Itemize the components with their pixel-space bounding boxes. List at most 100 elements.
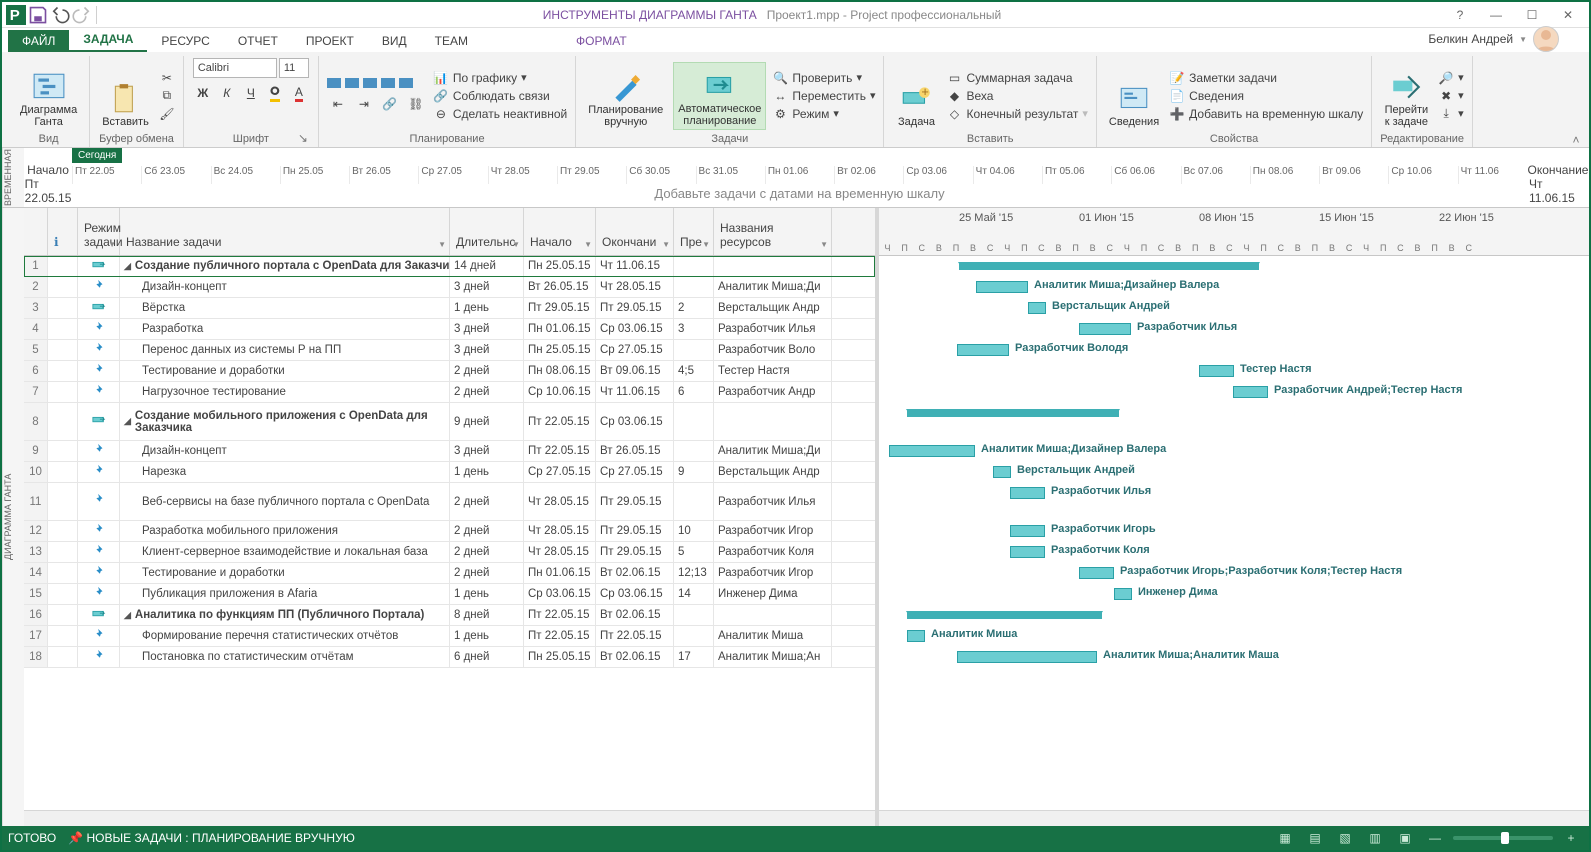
milestone-button[interactable]: ◆Веха [946, 88, 1087, 104]
bold-button[interactable]: Ж [192, 82, 214, 104]
row-end[interactable]: Вт 02.06.15 [596, 647, 674, 667]
row-name[interactable]: ◢Аналитика по функциям ПП (Публичного По… [120, 605, 450, 625]
row-resources[interactable]: Аналитик Миша;Ди [714, 441, 832, 461]
row-predecessors[interactable]: 3 [674, 319, 714, 339]
row-start[interactable]: Пн 01.06.15 [524, 319, 596, 339]
deliverable-button[interactable]: ◇Конечный результат ▾ [946, 106, 1087, 122]
link-button[interactable]: 🔗 [379, 93, 401, 115]
details-button[interactable]: 📄Сведения [1169, 88, 1363, 104]
gantt-task-bar[interactable] [1010, 546, 1045, 558]
col-mode[interactable]: Режим задачи▼ [78, 208, 120, 255]
row-duration[interactable]: 1 день [450, 626, 524, 646]
underline-button[interactable]: Ч [240, 82, 262, 104]
row-number[interactable]: 18 [24, 647, 48, 667]
table-row[interactable]: 11Веб-сервисы на базе публичного портала… [24, 483, 875, 521]
row-duration[interactable]: 2 дней [450, 382, 524, 402]
row-predecessors[interactable]: 2 [674, 298, 714, 318]
row-resources[interactable]: Разработчик Игор [714, 563, 832, 583]
row-end[interactable]: Ср 03.06.15 [596, 584, 674, 604]
italic-button[interactable]: К [216, 82, 238, 104]
row-name[interactable]: Нарезка [120, 462, 450, 482]
row-duration[interactable]: 1 день [450, 462, 524, 482]
gantt-task-bar[interactable] [957, 651, 1097, 663]
row-resources[interactable]: Разработчик Андр [714, 382, 832, 402]
row-end[interactable]: Чт 11.06.15 [596, 256, 674, 276]
information-button[interactable]: Сведения [1105, 62, 1163, 130]
gantt-summary-bar[interactable] [907, 409, 1119, 417]
tab-task[interactable]: ЗАДАЧА [69, 28, 147, 52]
row-start[interactable]: Пт 29.05.15 [524, 298, 596, 318]
row-start[interactable]: Пт 22.05.15 [524, 441, 596, 461]
row-start[interactable]: Пт 22.05.15 [524, 605, 596, 625]
view-calendar-icon[interactable]: ▥ [1363, 828, 1387, 848]
gantt-summary-bar[interactable] [959, 262, 1259, 270]
table-row[interactable]: 9Дизайн-концепт3 днейПт 22.05.15Вт 26.05… [24, 441, 875, 462]
row-resources[interactable] [714, 403, 832, 440]
row-duration[interactable]: 2 дней [450, 563, 524, 583]
row-predecessors[interactable]: 14 [674, 584, 714, 604]
paste-button[interactable]: Вставить [98, 62, 153, 130]
row-predecessors[interactable]: 4;5 [674, 361, 714, 381]
insert-task-button[interactable]: + Задача [892, 62, 940, 130]
row-predecessors[interactable] [674, 340, 714, 360]
row-name[interactable]: ◢Создание публичного портала с OpenData … [120, 256, 450, 276]
col-predecessors[interactable]: Пре▼ [674, 208, 714, 255]
row-name[interactable]: Разработка мобильного приложения [120, 521, 450, 541]
manual-schedule-button[interactable]: Планирование вручную [584, 62, 667, 130]
row-predecessors[interactable]: 6 [674, 382, 714, 402]
table-row[interactable]: 10Нарезка1 деньСр 27.05.15Ср 27.05.159Ве… [24, 462, 875, 483]
col-resources[interactable]: Названия ресурсов▼ [714, 208, 832, 255]
gantt-task-bar[interactable] [957, 344, 1009, 356]
gantt-task-bar[interactable] [1079, 323, 1131, 335]
row-resources[interactable] [714, 256, 832, 276]
col-name[interactable]: Название задачи▼ [120, 208, 450, 255]
move-button[interactable]: ↔Переместить ▾ [772, 88, 875, 104]
row-duration[interactable]: 6 дней [450, 647, 524, 667]
inactivate-button[interactable]: ⊖Сделать неактивной [433, 106, 567, 122]
tab-team[interactable]: TEAM [421, 30, 482, 52]
row-start[interactable]: Чт 28.05.15 [524, 542, 596, 562]
row-duration[interactable]: 9 дней [450, 403, 524, 440]
tab-file[interactable]: ФАЙЛ [8, 30, 69, 52]
row-number[interactable]: 17 [24, 626, 48, 646]
row-start[interactable]: Чт 28.05.15 [524, 521, 596, 541]
row-predecessors[interactable] [674, 277, 714, 297]
row-start[interactable]: Пн 25.05.15 [524, 647, 596, 667]
tab-project[interactable]: ПРОЕКТ [292, 30, 368, 52]
row-start[interactable]: Пн 08.06.15 [524, 361, 596, 381]
col-info[interactable]: ℹ [48, 208, 78, 255]
inspect-button[interactable]: 🔍Проверить ▾ [772, 70, 875, 86]
row-end[interactable]: Пт 29.05.15 [596, 521, 674, 541]
zoom-in-icon[interactable]: + [1559, 828, 1583, 848]
zoom-slider[interactable] [1453, 836, 1553, 840]
row-predecessors[interactable] [674, 441, 714, 461]
col-duration[interactable]: Длительнс▼ [450, 208, 524, 255]
row-predecessors[interactable]: 17 [674, 647, 714, 667]
row-number[interactable]: 12 [24, 521, 48, 541]
table-row[interactable]: 5Перенос данных из системы Р на ПП3 дней… [24, 340, 875, 361]
tab-resource[interactable]: РЕСУРС [147, 30, 223, 52]
gantt-task-bar[interactable] [1199, 365, 1234, 377]
auto-schedule-button[interactable]: Автоматическое планирование [673, 62, 766, 130]
row-end[interactable]: Чт 11.06.15 [596, 382, 674, 402]
help-icon[interactable]: ? [1445, 8, 1475, 22]
row-duration[interactable]: 14 дней [450, 256, 524, 276]
zoom-out-icon[interactable]: — [1423, 828, 1447, 848]
row-name[interactable]: Веб-сервисы на базе публичного портала с… [120, 483, 450, 520]
table-row[interactable]: 18Постановка по статистическим отчётам6 … [24, 647, 875, 668]
row-end[interactable]: Чт 28.05.15 [596, 277, 674, 297]
row-number[interactable]: 2 [24, 277, 48, 297]
view-resource-icon[interactable]: ▣ [1393, 828, 1417, 848]
gantt-task-bar[interactable] [1028, 302, 1046, 314]
row-duration[interactable]: 2 дней [450, 521, 524, 541]
row-number[interactable]: 15 [24, 584, 48, 604]
row-start[interactable]: Ср 10.06.15 [524, 382, 596, 402]
row-duration[interactable]: 2 дней [450, 361, 524, 381]
row-predecessors[interactable] [674, 483, 714, 520]
row-predecessors[interactable]: 10 [674, 521, 714, 541]
table-row[interactable]: 6Тестирование и доработки2 днейПн 08.06.… [24, 361, 875, 382]
table-row[interactable]: 7Нагрузочное тестирование2 днейСр 10.06.… [24, 382, 875, 403]
row-duration[interactable]: 3 дней [450, 277, 524, 297]
gantt-view-button[interactable]: Диаграмма Ганта [16, 62, 81, 130]
table-row[interactable]: 8◢Создание мобильного приложения с OpenD… [24, 403, 875, 441]
